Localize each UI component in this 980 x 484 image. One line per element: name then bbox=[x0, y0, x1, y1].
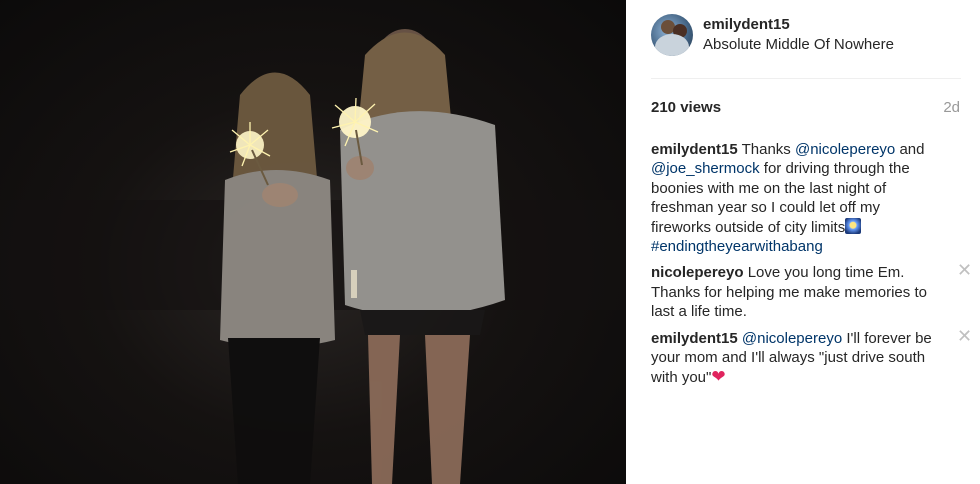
comment-item: emilydent15 @nicolepereyo I'll forever b… bbox=[651, 327, 972, 388]
comment-list: emilydent15 Thanks @nicolepereyo and @jo… bbox=[651, 140, 972, 395]
post-username[interactable]: emilydent15 bbox=[703, 16, 790, 33]
mention-link[interactable]: @joe_shermock bbox=[651, 160, 760, 177]
close-icon[interactable]: ✕ bbox=[957, 327, 972, 345]
post-age[interactable]: 2d bbox=[943, 99, 960, 116]
photo-illustration bbox=[0, 29, 626, 484]
comment-username[interactable]: nicolepereyo bbox=[651, 264, 744, 281]
view-count: 210 views bbox=[651, 99, 722, 116]
comment-username[interactable]: emilydent15 bbox=[651, 330, 738, 347]
comment-text: and bbox=[895, 141, 925, 158]
comment-item: emilydent15 Thanks @nicolepereyo and @jo… bbox=[651, 140, 951, 256]
avatar[interactable] bbox=[651, 14, 693, 56]
hashtag-link[interactable]: #endingtheyearwithabang bbox=[651, 238, 823, 255]
post-location[interactable]: Absolute Middle Of Nowhere bbox=[703, 36, 894, 53]
person-right bbox=[340, 29, 505, 484]
post-header: emilydent15 Absolute Middle Of Nowhere bbox=[651, 14, 961, 79]
post-photo[interactable] bbox=[0, 0, 626, 484]
comment-text: Thanks bbox=[737, 141, 795, 158]
comment-username[interactable]: emilydent15 bbox=[651, 141, 738, 158]
fireworks-emoji bbox=[845, 217, 862, 234]
comment-item: nicolepereyo Love you long time Em. Than… bbox=[651, 261, 972, 321]
close-icon[interactable]: ✕ bbox=[957, 261, 972, 279]
mention-link[interactable]: @nicolepereyo bbox=[795, 141, 895, 158]
post-details-panel: emilydent15 Absolute Middle Of Nowhere 2… bbox=[626, 0, 980, 484]
mention-link[interactable]: @nicolepereyo bbox=[742, 330, 842, 347]
red-heart-emoji: ❤ bbox=[711, 367, 726, 387]
